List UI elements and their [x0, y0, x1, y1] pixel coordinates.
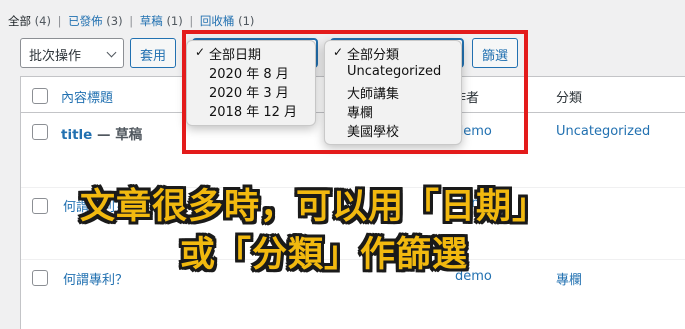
filter-published-count: (3)	[106, 14, 123, 28]
post-category[interactable]: Uncategorized	[556, 124, 650, 139]
highlight-box	[182, 30, 528, 154]
filter-all-link[interactable]: 全部	[8, 14, 31, 28]
row-checkbox[interactable]	[32, 124, 48, 140]
post-category[interactable]: 專欄	[556, 269, 582, 288]
apply-button[interactable]: 套用	[130, 38, 176, 68]
separator: |	[57, 14, 62, 28]
bulk-action-select[interactable]: 批次操作	[20, 38, 124, 68]
filter-trash-link[interactable]: 回收桶	[200, 14, 235, 28]
post-title-link[interactable]: 何謂專利？	[63, 269, 128, 288]
select-all-checkbox[interactable]	[32, 88, 48, 104]
apply-label: 套用	[139, 49, 166, 64]
bulk-action-value: 批次操作	[29, 49, 82, 64]
filter-trash-count: (1)	[238, 14, 255, 28]
row-checkbox[interactable]	[32, 198, 48, 214]
annotation-line-2: 或「分類」作篩選	[180, 235, 469, 275]
status-filters: 全部 (4) | 已發佈 (3) | 草稿 (1) | 回收桶 (1)	[8, 13, 254, 29]
row-checkbox[interactable]	[32, 270, 48, 286]
filter-published-link[interactable]: 已發佈	[68, 14, 103, 28]
separator: |	[189, 14, 194, 28]
column-title-header[interactable]: 內容標題	[61, 87, 113, 106]
post-title: title — 草稿	[61, 123, 142, 143]
filter-draft-link[interactable]: 草稿	[140, 14, 163, 28]
post-title-link[interactable]: title	[61, 127, 92, 143]
chevron-down-icon	[106, 47, 117, 58]
annotation-line-1: 文章很多時，可以用「日期」	[80, 187, 549, 227]
column-category-header: 分類	[556, 91, 583, 106]
filter-all-count: (4)	[34, 14, 51, 28]
separator: |	[129, 14, 134, 28]
post-state: — 草稿	[92, 127, 143, 143]
filter-draft-count: (1)	[166, 14, 183, 28]
